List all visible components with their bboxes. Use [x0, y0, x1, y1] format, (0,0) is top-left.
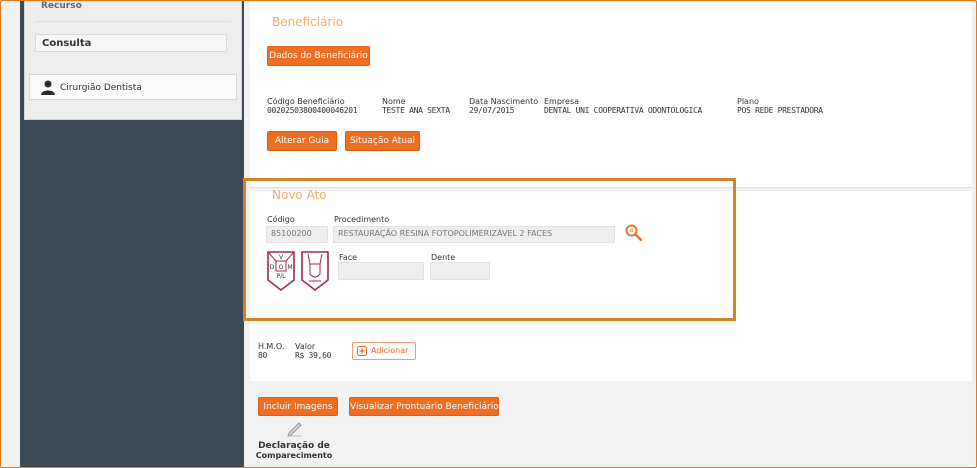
beneficiario-card: Beneficiário Dados do Beneficiário Códig… — [250, 1, 972, 188]
highlight-frame — [243, 178, 736, 321]
beneficiario-title: Beneficiário — [272, 15, 344, 29]
nome-label: Nome — [382, 97, 406, 106]
dados-beneficiario-button[interactable]: Dados do Beneficiário — [267, 46, 370, 66]
alterar-guia-button[interactable]: Alterar Guia — [267, 131, 337, 151]
plano-label: Plano — [737, 97, 759, 106]
valor-label: Valor — [295, 342, 316, 351]
nascimento-value: 29/07/2015 — [469, 106, 515, 115]
user-role-label: Cirurgião Dentista — [60, 83, 142, 93]
empresa-value: DENTAL UNI COOPERATIVA ODONTOLOGICA — [544, 106, 703, 115]
visualizar-prontuario-button[interactable]: Visualizar Prontuário Beneficiário — [349, 397, 499, 416]
codigo-beneficiario-label: Código Beneficiário — [267, 97, 345, 106]
sidebar-menu: Recurso Consulta Cirurgião Dentista — [24, 1, 242, 120]
nome-value: TESTE ANA SEXTA — [382, 106, 450, 115]
sidebar-item-recurso[interactable]: Recurso — [35, 1, 231, 22]
plano-value: POS REDE PRESTADORA — [737, 106, 823, 115]
empresa-label: Empresa — [544, 97, 580, 106]
sidebar-item-user[interactable]: Cirurgião Dentista — [29, 74, 237, 100]
hmo-label: H.M.O. — [258, 342, 285, 351]
incluir-imagens-button[interactable]: Incluir Imagens — [258, 397, 338, 416]
document-pen-icon — [287, 422, 302, 437]
codigo-beneficiario-value: 00202503800400046201 — [267, 106, 358, 115]
declaracao-label-line1: Declaração de — [258, 441, 330, 451]
declaracao-label-line2: Comparecimento — [255, 451, 333, 460]
situacao-atual-button[interactable]: Situação Atual — [345, 131, 420, 151]
nascimento-label: Data Nascimento — [469, 97, 539, 106]
add-icon — [357, 346, 367, 356]
adicionar-button[interactable]: Adicionar — [352, 342, 416, 360]
adicionar-label: Adicionar — [371, 346, 409, 355]
app-frame: Recurso Consulta Cirurgião Dentista Bene… — [0, 0, 977, 468]
valor-value: R$ 39,60 — [295, 351, 332, 360]
user-icon — [41, 80, 55, 95]
declaracao-comparecimento[interactable]: Declaração de Comparecimento — [250, 419, 338, 467]
sidebar-item-consulta[interactable]: Consulta — [35, 34, 227, 52]
hmo-value: 80 — [258, 351, 268, 360]
